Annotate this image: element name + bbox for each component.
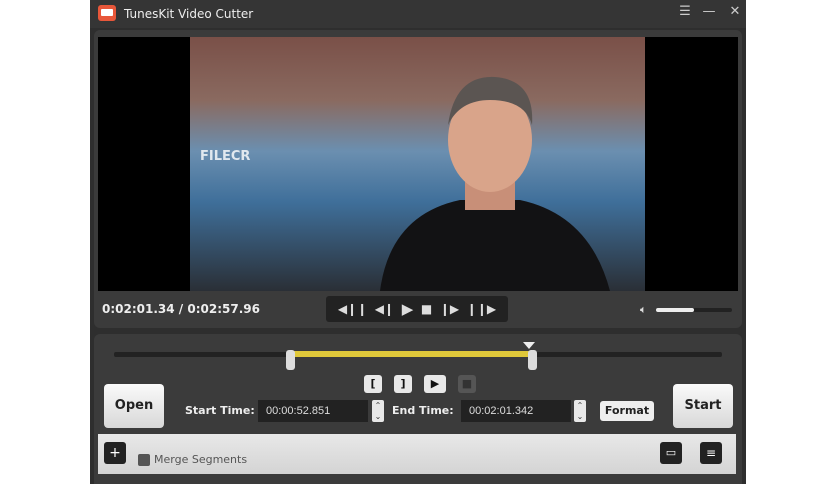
next-frame-button[interactable]: ❙▶ (440, 302, 459, 316)
segments-bar: + Merge Segments ▭ ≡ (98, 434, 736, 474)
title-bar: TunesKit Video Cutter ☰ — ✕ (90, 0, 746, 28)
playhead-marker[interactable] (523, 342, 535, 349)
menu-icon[interactable]: ☰ (676, 4, 694, 19)
end-time-label: End Time: (392, 404, 454, 417)
app-title: TunesKit Video Cutter (124, 7, 254, 21)
mark-in-button[interactable]: [ (364, 375, 382, 393)
volume-slider[interactable] (656, 308, 732, 312)
start-button[interactable]: Start (673, 384, 733, 428)
prev-frame-button[interactable]: ◀❙ (375, 302, 394, 316)
close-button[interactable]: ✕ (726, 4, 744, 19)
merge-segments-checkbox[interactable] (138, 454, 150, 466)
open-button[interactable]: Open (104, 384, 164, 428)
cut-panel: [ ] ▶ ■ Open Start Time: ⌃⌄ End Time: ⌃⌄… (94, 334, 742, 484)
minimize-button[interactable]: — (700, 4, 718, 19)
stop-button[interactable]: ■ (421, 302, 432, 316)
start-time-input[interactable] (258, 400, 368, 422)
end-time-spinner[interactable]: ⌃ ⌄ (574, 400, 586, 422)
preview-segment-button[interactable]: ▶ (424, 375, 446, 393)
player-panel: FILECR 0:02:01.34 / 0:02:57.96 ◀❙❙ ◀❙ ▶ … (94, 30, 742, 328)
stop-preview-button[interactable]: ■ (458, 375, 476, 393)
volume-icon[interactable]: 🔈︎ (640, 303, 647, 317)
person-image (380, 76, 610, 291)
prev-segment-button[interactable]: ◀❙❙ (338, 302, 367, 316)
merge-segments-label: Merge Segments (154, 453, 248, 466)
volume-fill (656, 308, 694, 312)
task-list-icon[interactable]: ≡ (700, 442, 722, 464)
next-segment-button[interactable]: ❙❙▶ (467, 302, 496, 316)
mark-out-button[interactable]: ] (394, 375, 412, 393)
format-button[interactable]: Format (600, 401, 654, 421)
output-folder-icon[interactable]: ▭ (660, 442, 682, 464)
app-logo-icon (98, 5, 116, 21)
end-time-input[interactable] (461, 400, 571, 422)
app-window: TunesKit Video Cutter ☰ — ✕ FILECR 0:02:… (90, 0, 746, 484)
playback-controls: ◀❙❙ ◀❙ ▶ ■ ❙▶ ❙❙▶ (326, 296, 508, 322)
timeline-selection (290, 351, 533, 357)
add-segment-button[interactable]: + (104, 442, 126, 464)
start-time-label: Start Time: (185, 404, 255, 417)
start-handle[interactable] (286, 350, 295, 370)
play-button[interactable]: ▶ (402, 300, 414, 318)
end-handle[interactable] (528, 350, 537, 370)
watermark: FILECR (200, 149, 251, 164)
start-time-spinner[interactable]: ⌃ ⌄ (372, 400, 384, 422)
video-preview[interactable]: FILECR (98, 37, 738, 291)
time-display: 0:02:01.34 / 0:02:57.96 (102, 302, 260, 316)
video-frame: FILECR (190, 37, 645, 291)
